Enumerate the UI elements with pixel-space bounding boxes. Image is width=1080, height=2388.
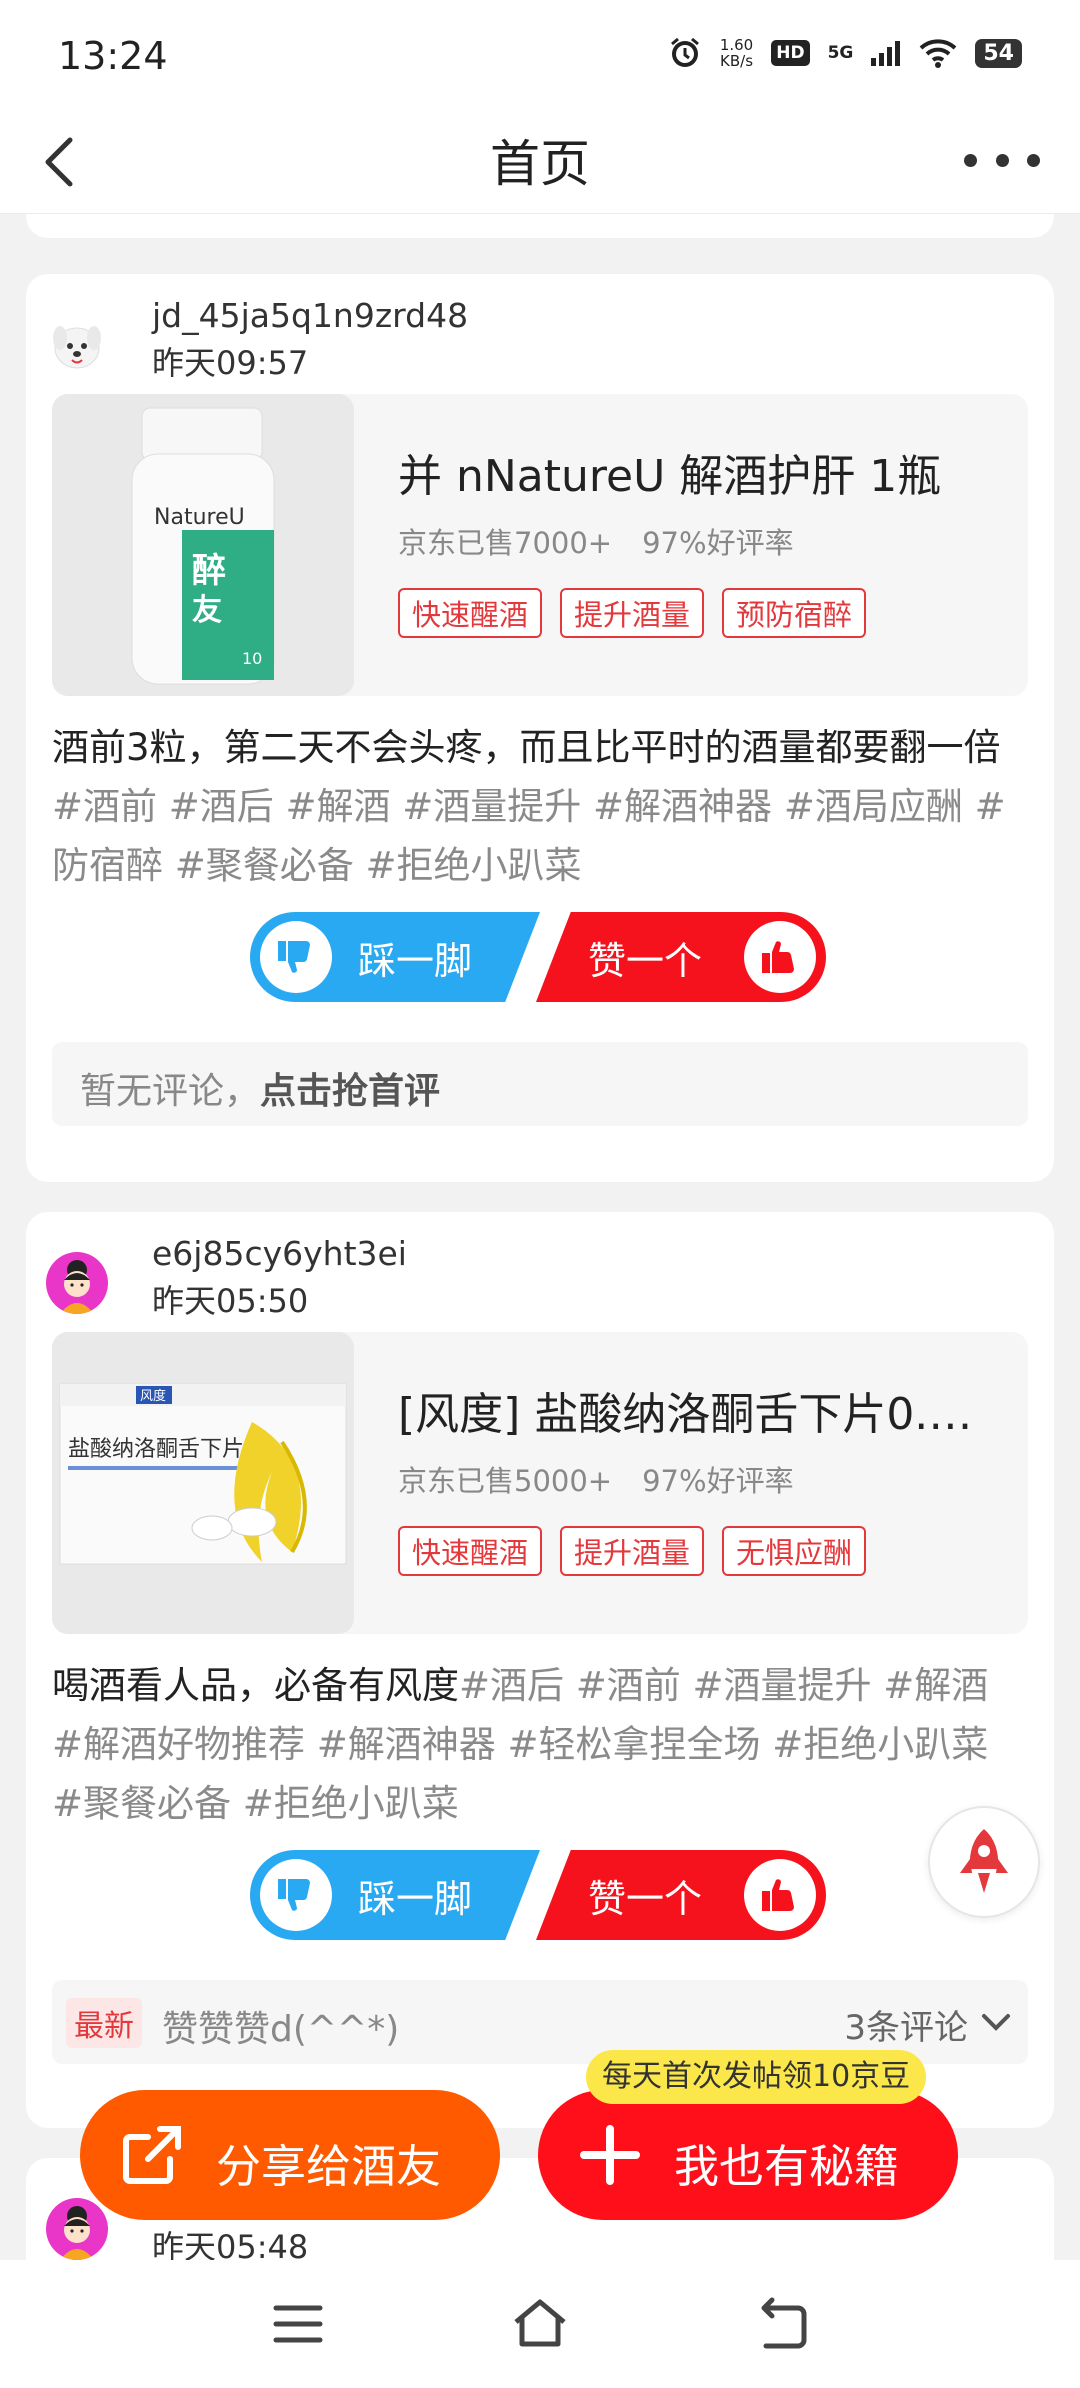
status-time: 13:24 [58,34,168,78]
network-5g-label: 5G [827,43,854,63]
feed-list[interactable]: jd_45ja5q1n9zrd48 昨天09:57 NatureU 醉 友 10… [0,214,1080,2260]
status-icons: 1.60 KB/s HD 5G 54 [668,36,1022,70]
product-title[interactable]: 并 nNatureU 解酒护肝 1瓶 [398,440,998,504]
svg-text:风度: 风度 [140,1388,166,1404]
hd-badge: HD [771,40,810,66]
back-icon[interactable] [752,2294,812,2354]
dislike-button[interactable]: 踩一脚 [250,912,540,1002]
share-icon [123,2126,181,2184]
net-speed: 1.60 KB/s [719,36,754,70]
vote-bar: 踩一脚 赞一个 [250,912,826,1002]
battery-indicator: 54 [975,38,1022,68]
product-tags: 快速醒酒 提升酒量 无惧应酬 [398,1526,867,1576]
product-image[interactable]: 风度 盐酸纳洛酮舌下片 [52,1332,354,1634]
system-nav-bar [0,2260,1080,2388]
product-tag: 提升酒量 [560,1526,705,1576]
like-button[interactable]: 赞一个 [536,1850,826,1940]
more-options-icon[interactable] [964,140,1040,180]
product-tag: 快速醒酒 [398,588,543,638]
status-bar: 13:24 1.60 KB/s HD 5G 54 [0,0,1080,110]
product-card[interactable]: NatureU 醉 友 10 并 nNatureU 解酒护肝 1瓶 京东已售70… [52,394,1028,696]
post-time: 昨天05:48 [152,2228,309,2260]
signal-icon [871,41,901,66]
avatar[interactable] [46,314,108,376]
home-icon[interactable] [510,2294,570,2354]
latest-comment: 赞赞赞d(^^*) [162,2009,400,2050]
post-hashtags: #酒前 #酒后 #解酒 #酒量提升 #解酒神器 #酒局应酬 #防宿醉 #聚餐必备… [52,785,1006,887]
comment-count[interactable]: 3条评论 [844,2000,968,2049]
post-text[interactable]: 喝酒看人品，必备有风度#酒后 #酒前 #酒量提升 #解酒 #解酒好物推荐 #解酒… [52,1656,1028,1833]
svg-text:盐酸纳洛酮舌下片: 盐酸纳洛酮舌下片 [68,1437,244,1462]
chevron-down-icon[interactable] [978,2004,1014,2040]
first-comment-link[interactable]: 点击抢首评 [260,1071,440,1112]
product-image[interactable]: NatureU 醉 友 10 [52,394,354,696]
username[interactable]: e6j85cy6yht3ei [152,1234,407,1273]
product-tags: 快速醒酒 提升酒量 预防宿醉 [398,588,867,638]
dislike-button[interactable]: 踩一脚 [250,1850,540,1940]
thumbs-up-icon [762,941,794,973]
svg-text:醉: 醉 [192,551,226,591]
svg-text:友: 友 [192,593,222,628]
post-text[interactable]: 酒前3粒，第二天不会头疼，而且比平时的酒量都要翻一倍#酒前 #酒后 #解酒 #酒… [52,718,1028,895]
product-tag: 提升酒量 [560,588,705,638]
post-time: 昨天05:50 [152,1282,309,1320]
avatar[interactable] [46,1252,108,1314]
alarm-icon [670,37,699,67]
product-stats: 京东已售7000+ 97%好评率 [398,526,794,560]
product-tag: 预防宿醉 [722,588,867,638]
thumbs-down-icon [278,1879,310,1911]
back-to-top-button[interactable] [928,1806,1040,1918]
like-button[interactable]: 赞一个 [536,912,826,1002]
thumbs-down-icon [278,941,310,973]
post-card[interactable]: jd_45ja5q1n9zrd48 昨天09:57 NatureU 醉 友 10… [26,274,1054,1182]
share-to-friends-button[interactable]: 分享给酒友 [80,2090,500,2220]
product-tag: 无惧应酬 [722,1526,867,1576]
username[interactable]: jd_45ja5q1n9zrd48 [152,296,468,335]
page-title: 首页 [490,135,590,193]
create-post-button[interactable]: 我也有秘籍 [538,2090,958,2220]
svg-text:10: 10 [242,649,262,668]
plus-icon [580,2125,640,2185]
product-title[interactable]: [风度] 盐酸纳洛酮舌下片0.4mg [398,1378,998,1442]
wifi-icon [920,39,957,68]
product-card[interactable]: 风度 盐酸纳洛酮舌下片 [风度] 盐酸纳洛酮舌下片0.4mg 京东已售5000+… [52,1332,1028,1634]
previous-card-edge [26,214,1054,238]
avatar[interactable] [46,2198,108,2260]
post-time: 昨天09:57 [152,344,309,382]
product-tag: 快速醒酒 [398,1526,543,1576]
promo-bubble: 每天首次发帖领10京豆 [586,2050,927,2104]
latest-badge: 最新 [66,1998,142,2048]
vote-bar: 踩一脚 赞一个 [250,1850,826,1940]
menu-icon[interactable] [268,2294,328,2354]
thumbs-up-icon [762,1879,794,1911]
post-card[interactable]: e6j85cy6yht3ei 昨天05:50 风度 盐酸纳洛酮舌下片 [风度] … [26,1212,1054,2128]
comment-entry[interactable]: 暂无评论，点击抢首评 [52,1042,1028,1126]
rocket-icon [960,1829,1008,1893]
title-bar: 首页 [0,110,1080,214]
product-stats: 京东已售5000+ 97%好评率 [398,1464,794,1498]
svg-text:NatureU: NatureU [154,505,245,530]
